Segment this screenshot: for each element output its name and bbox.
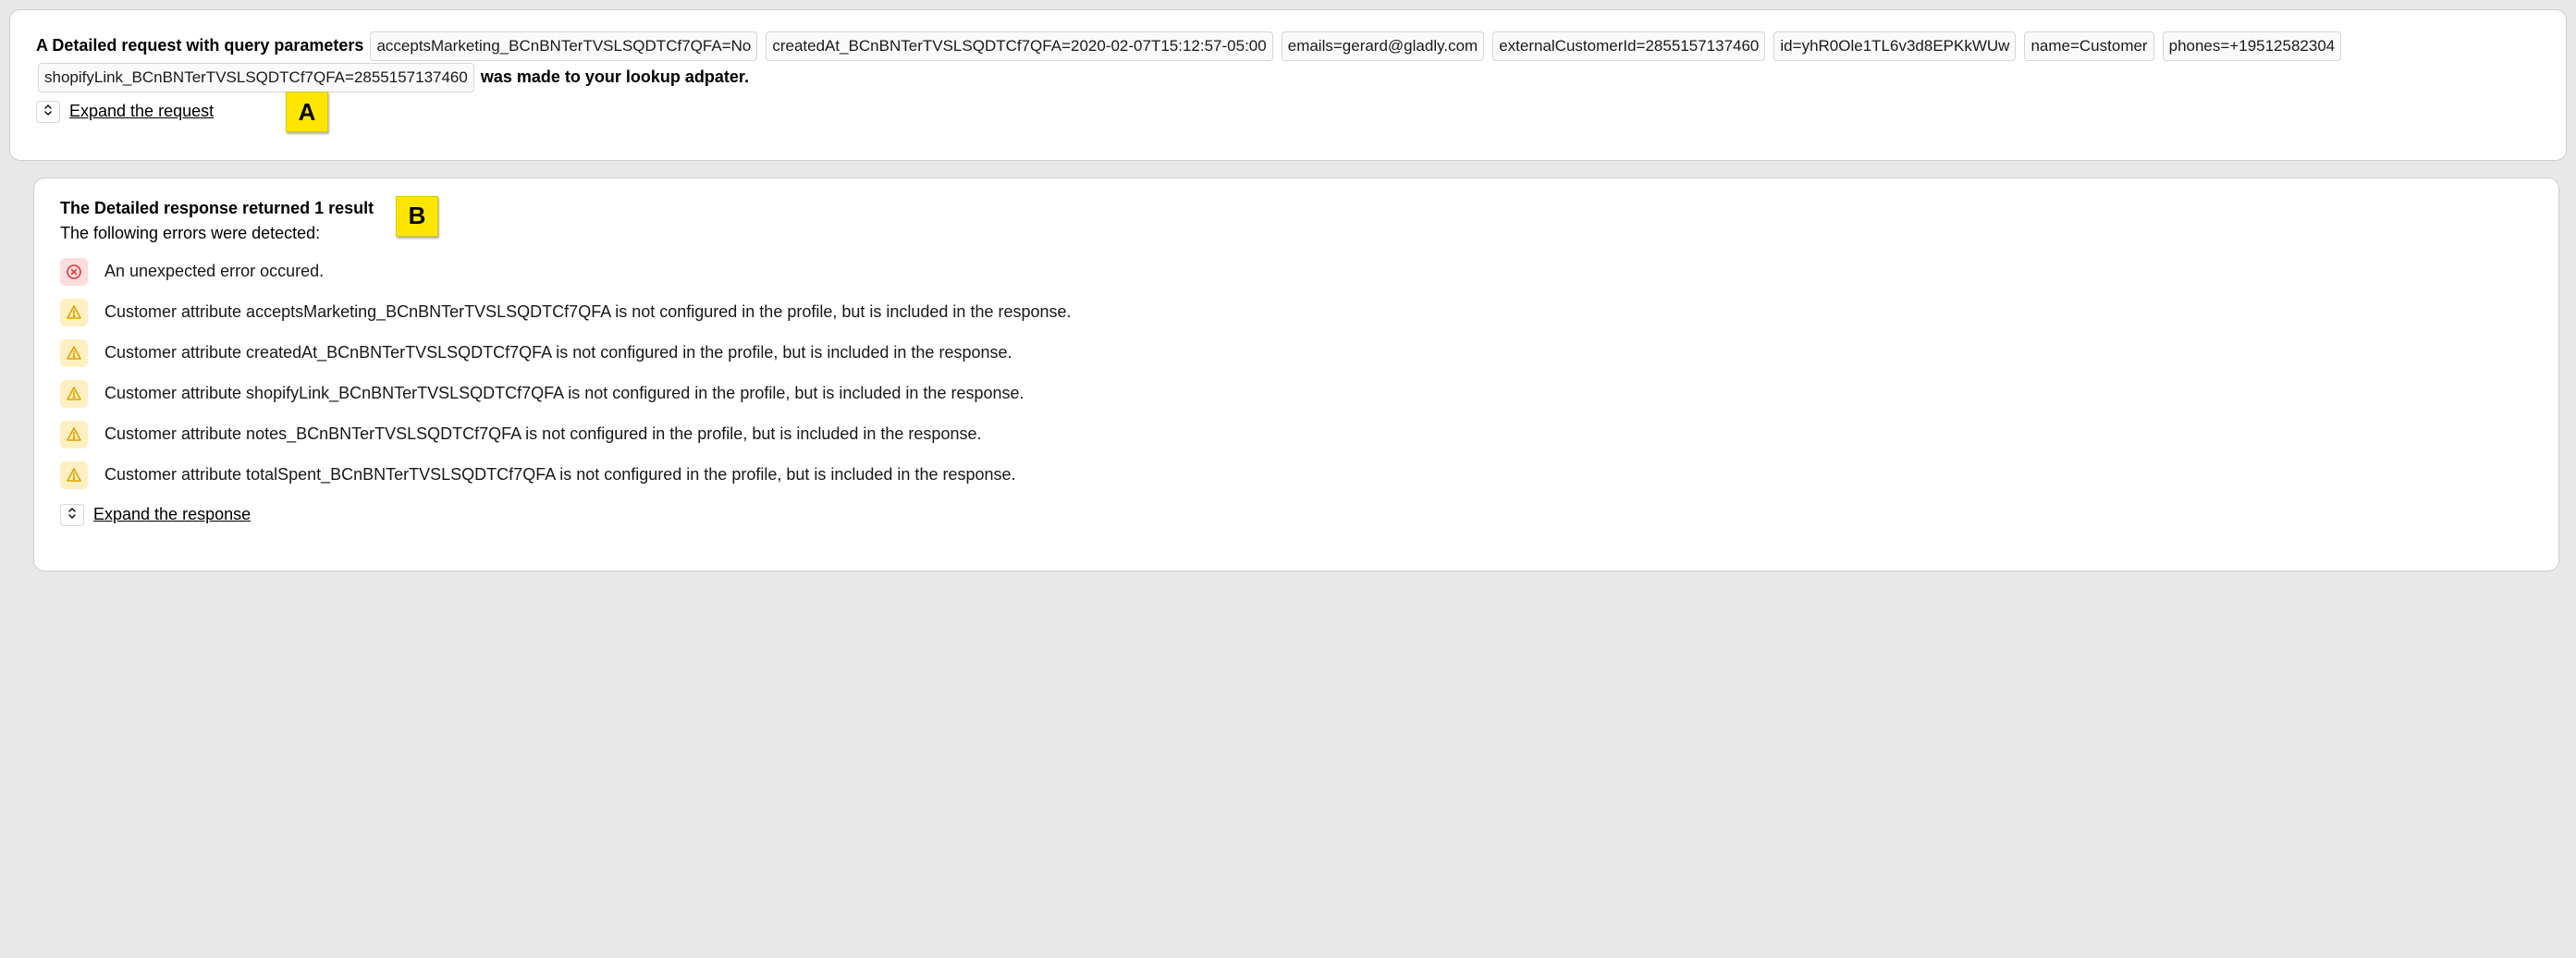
warning-row: Customer attribute shopifyLink_BCnBNTerT… <box>60 380 2533 408</box>
query-param-tag: externalCustomerId=2855157137460 <box>1492 31 1765 61</box>
expand-collapse-button[interactable] <box>60 504 84 526</box>
warning-row: Customer attribute createdAt_BCnBNTerTVS… <box>60 339 2533 367</box>
query-param-tag: acceptsMarketing_BCnBNTerTVSLSQDTCf7QFA=… <box>370 31 757 61</box>
annotation-b-badge: B <box>396 196 438 237</box>
expand-collapse-button[interactable] <box>36 101 60 123</box>
alert-text: Customer attribute createdAt_BCnBNTerTVS… <box>104 343 1012 362</box>
response-card: The Detailed response returned 1 result … <box>33 178 2559 571</box>
expand-request-link[interactable]: Expand the request <box>69 102 214 121</box>
query-param-tag: createdAt_BCnBNTerTVSLSQDTCf7QFA=2020-02… <box>766 31 1272 61</box>
warning-row: Customer attribute acceptsMarketing_BCnB… <box>60 299 2533 326</box>
annotation-a-badge: A <box>286 92 328 132</box>
query-param-tag: phones=+19512582304 <box>2163 31 2342 61</box>
expand-collapse-icon <box>67 505 78 524</box>
request-outro: was made to your lookup adpater. <box>481 68 749 86</box>
warning-icon <box>60 461 88 489</box>
warning-icon <box>60 421 88 448</box>
query-param-tag: name=Customer <box>2024 31 2153 61</box>
expand-collapse-icon <box>43 102 54 121</box>
expand-response-row: Expand the response <box>60 504 2533 526</box>
query-param-tag: shopifyLink_BCnBNTerTVSLSQDTCf7QFA=28551… <box>38 63 474 92</box>
expand-response-link[interactable]: Expand the response <box>93 505 251 524</box>
warning-row: Customer attribute totalSpent_BCnBNTerTV… <box>60 461 2533 489</box>
request-summary: A Detailed request with query parameters… <box>36 31 2540 93</box>
alert-text: Customer attribute acceptsMarketing_BCnB… <box>104 302 1072 322</box>
alert-text: Customer attribute totalSpent_BCnBNTerTV… <box>104 465 1016 485</box>
warning-row: Customer attribute notes_BCnBNTerTVSLSQD… <box>60 421 2533 448</box>
error-icon <box>60 258 88 286</box>
warning-icon <box>60 299 88 326</box>
alert-list: An unexpected error occured. Customer att… <box>60 258 2533 489</box>
error-row: An unexpected error occured. <box>60 258 2533 286</box>
request-intro: A Detailed request with query parameters <box>36 36 363 55</box>
warning-icon <box>60 339 88 367</box>
warning-icon <box>60 380 88 408</box>
alert-text: Customer attribute shopifyLink_BCnBNTerT… <box>104 384 1024 403</box>
expand-request-row: Expand the request <box>36 101 2540 123</box>
request-card: A Detailed request with query parameters… <box>9 9 2567 161</box>
query-param-tag: emails=gerard@gladly.com <box>1282 31 1484 61</box>
alert-text: An unexpected error occured. <box>104 262 324 281</box>
query-params: acceptsMarketing_BCnBNTerTVSLSQDTCf7QFA=… <box>36 36 2343 86</box>
query-param-tag: id=yhR0Ole1TL6v3d8EPKkWUw <box>1773 31 2016 61</box>
alert-text: Customer attribute notes_BCnBNTerTVSLSQD… <box>104 424 981 444</box>
